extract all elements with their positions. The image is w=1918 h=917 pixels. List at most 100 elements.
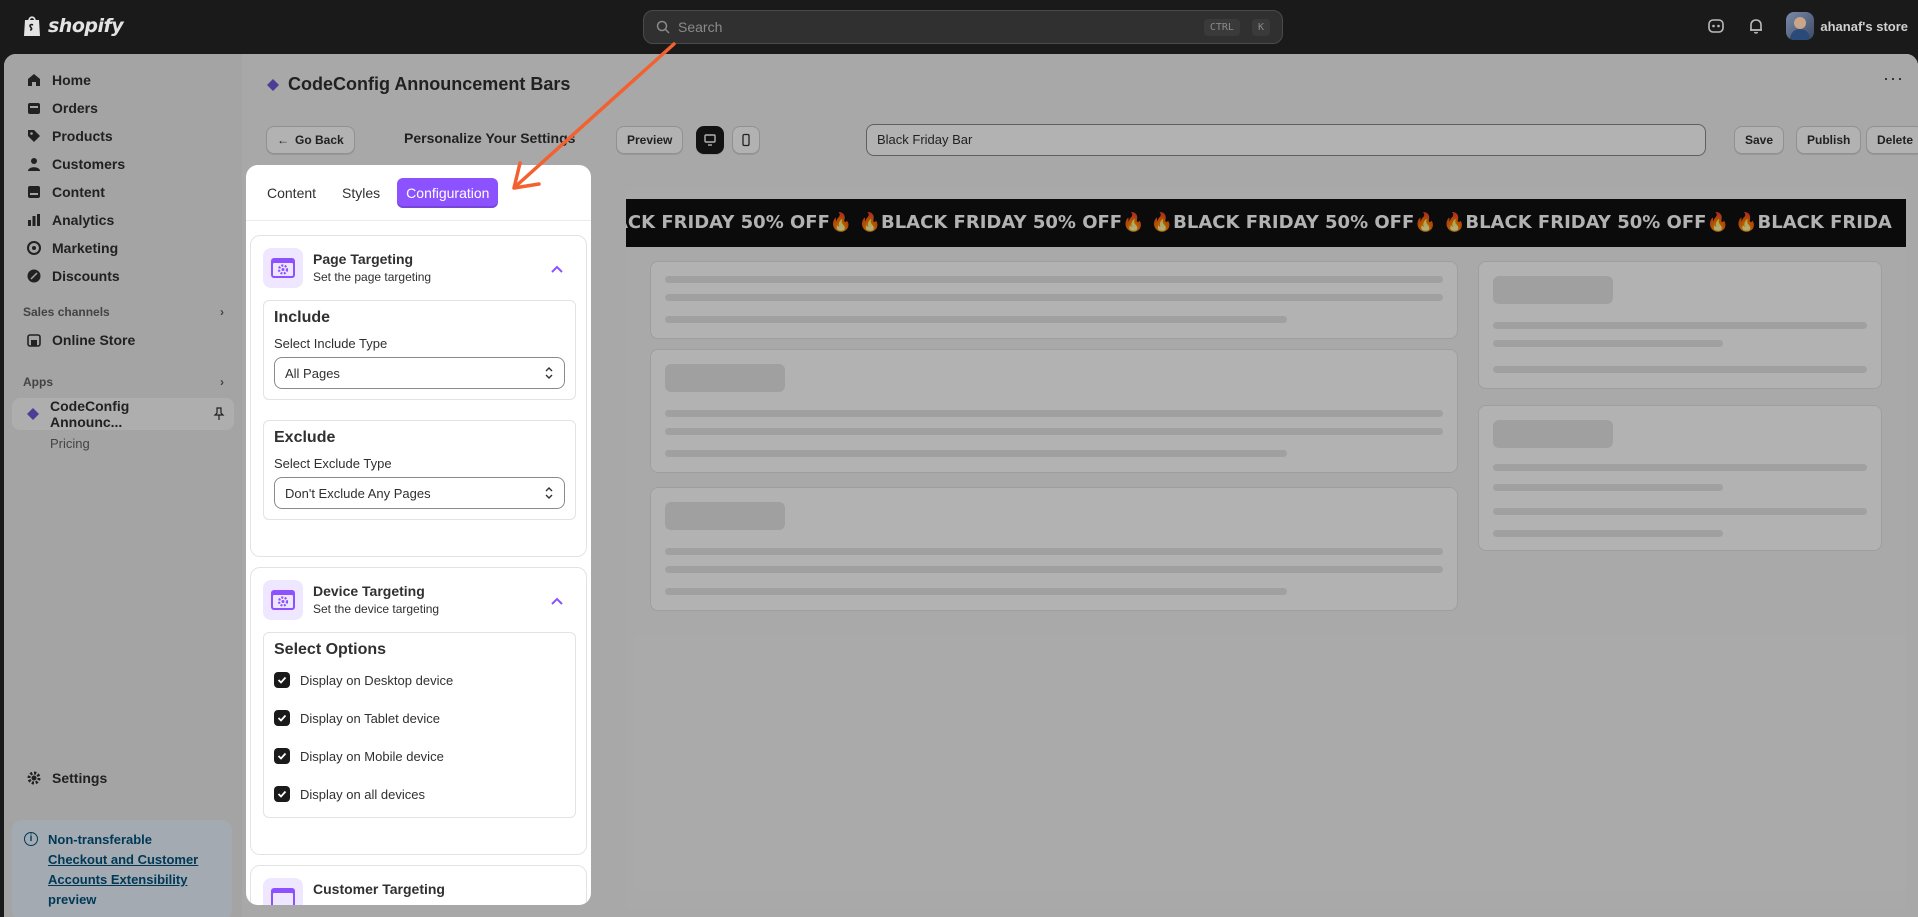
brand-name: shopify: [48, 15, 124, 37]
exclude-type-label: Select Exclude Type: [274, 456, 392, 471]
preview-button[interactable]: Preview: [616, 126, 684, 154]
go-back-button[interactable]: ← Go Back: [266, 126, 355, 154]
sidebar-item-label: Analytics: [52, 212, 115, 228]
page-title: CodeConfig Announcement Bars: [266, 74, 570, 95]
mobile-option-label: Display on Mobile device: [300, 748, 444, 764]
app-logo-icon: [267, 78, 279, 91]
sidebar-item-marketing[interactable]: Marketing: [4, 234, 242, 262]
exclude-type-select[interactable]: Don't Exclude Any Pages: [274, 477, 565, 509]
chart-icon: [28, 214, 40, 226]
sidebar-item-home[interactable]: Home: [4, 66, 242, 94]
sidebar-item-content[interactable]: Content: [4, 178, 242, 206]
desktop-icon: [704, 134, 716, 146]
tab-styles[interactable]: Styles: [333, 178, 389, 208]
browser-settings-icon: [263, 878, 303, 905]
sidebar-item-label: Discounts: [52, 268, 120, 284]
notice-link[interactable]: Checkout and Customer Accounts Extensibi…: [48, 852, 198, 887]
bell-icon[interactable]: [1746, 16, 1766, 36]
settings-container: Settings: [4, 764, 107, 792]
exclude-title: Exclude: [274, 429, 336, 446]
avatar: [1786, 12, 1815, 40]
chevron-right-icon: ›: [220, 375, 224, 389]
bar-name-input[interactable]: Black Friday Bar: [866, 124, 1706, 156]
sidebar-item-discounts[interactable]: Discounts: [4, 262, 242, 290]
tab-configuration[interactable]: Configuration: [397, 177, 499, 208]
sidebar-item-label: Marketing: [52, 240, 119, 256]
device-targeting-title: Device Targeting: [313, 583, 425, 599]
select-arrows-icon: [545, 367, 553, 379]
target-icon: [27, 241, 41, 255]
tab-content[interactable]: Content: [258, 178, 325, 208]
select-arrows-icon: [545, 487, 553, 499]
include-type-value: All Pages: [285, 365, 340, 381]
shopify-logo[interactable]: shopify: [22, 14, 124, 38]
sidebar-item-label: Customers: [52, 156, 126, 172]
skeleton-card: [1478, 405, 1882, 551]
all-devices-option[interactable]: Display on all devices: [274, 775, 565, 813]
desktop-option[interactable]: Display on Desktop device: [274, 661, 565, 699]
personalize-label: Personalize Your Settings: [404, 130, 576, 146]
save-button[interactable]: Save: [1734, 126, 1785, 154]
device-targeting-header[interactable]: Device Targeting Set the device targetin…: [263, 580, 576, 620]
apps-label: Apps: [23, 375, 53, 389]
all-devices-option-label: Display on all devices: [300, 786, 426, 802]
preview-canvas: ACK FRIDAY 50% OFF🔥 🔥BLACK FRIDAY 50% OF…: [626, 189, 1906, 909]
search-placeholder: Search: [678, 19, 723, 35]
page-targeting-title: Page Targeting: [313, 251, 414, 267]
sidebar-item-codeconfig[interactable]: CodeConfig Announc...: [12, 398, 234, 430]
skeleton-card: [1478, 261, 1882, 389]
mobile-view-button[interactable]: [732, 126, 760, 154]
sidebar-item-pricing[interactable]: Pricing: [4, 430, 242, 458]
chevron-up-icon[interactable]: [550, 262, 564, 276]
discount-icon: [27, 269, 41, 283]
go-back-label: Go Back: [295, 133, 344, 147]
checkbox-checked[interactable]: [274, 748, 290, 764]
sales-channels-header[interactable]: Sales channels ›: [4, 298, 242, 326]
skeleton-card: [650, 487, 1458, 611]
home-icon: [28, 74, 40, 86]
apps-header[interactable]: Apps ›: [4, 368, 242, 396]
store-menu[interactable]: ahanaf's store: [1786, 12, 1908, 40]
sidebar-item-analytics[interactable]: Analytics: [4, 206, 242, 234]
delete-button[interactable]: Delete: [1866, 126, 1918, 154]
device-targeting-subtitle: Set the device targeting: [313, 602, 440, 616]
exclude-type-value: Don't Exclude Any Pages: [285, 485, 431, 501]
page-targeting-header[interactable]: Page Targeting Set the page targeting: [263, 248, 576, 288]
shortcut-ctrl: CTRL: [1203, 18, 1240, 36]
sidebar-item-settings[interactable]: Settings: [4, 764, 107, 792]
search-input[interactable]: Search CTRL K: [643, 10, 1283, 44]
checkbox-checked[interactable]: [274, 672, 290, 688]
notice-line3: preview: [48, 892, 97, 907]
tablet-option[interactable]: Display on Tablet device: [274, 699, 565, 737]
desktop-view-button[interactable]: [696, 126, 724, 154]
sidebar-item-orders[interactable]: Orders: [4, 94, 242, 122]
notice-line1: Non-transferable: [48, 832, 153, 847]
panel-tabs: Content Styles Configuration: [246, 165, 591, 221]
chevron-up-icon[interactable]: [550, 594, 564, 608]
mobile-icon: [742, 133, 750, 147]
checkbox-checked[interactable]: [274, 786, 290, 802]
include-type-select[interactable]: All Pages: [274, 357, 565, 389]
store-name: ahanaf's store: [1820, 18, 1908, 34]
sidebar-item-label: Settings: [52, 770, 108, 786]
checkbox-checked[interactable]: [274, 710, 290, 726]
more-actions-button[interactable]: ···: [1883, 68, 1904, 89]
device-options-title: Select Options: [274, 641, 387, 658]
mobile-option[interactable]: Display on Mobile device: [274, 737, 565, 775]
customer-targeting-header[interactable]: Customer Targeting: [263, 878, 576, 905]
arrow-left-icon: ←: [277, 133, 289, 147]
publish-button[interactable]: Publish: [1796, 126, 1862, 154]
app-logo-icon: [27, 408, 39, 420]
pin-icon[interactable]: [212, 407, 226, 421]
device-targeting-section: Device Targeting Set the device targetin…: [250, 567, 587, 855]
page-targeting-subtitle: Set the page targeting: [313, 270, 432, 284]
notice-banner: i Non-transferable Checkout and Customer…: [12, 820, 232, 917]
gear-icon: [27, 771, 41, 785]
include-title: Include: [274, 309, 331, 326]
sidebar-item-products[interactable]: Products: [4, 122, 242, 150]
sidekick-icon[interactable]: [1706, 16, 1726, 36]
sidebar-item-customers[interactable]: Customers: [4, 150, 242, 178]
sidebar-item-online-store[interactable]: Online Store: [4, 326, 242, 354]
sidebar-item-label: Products: [52, 128, 113, 144]
tag-icon: [28, 130, 40, 142]
